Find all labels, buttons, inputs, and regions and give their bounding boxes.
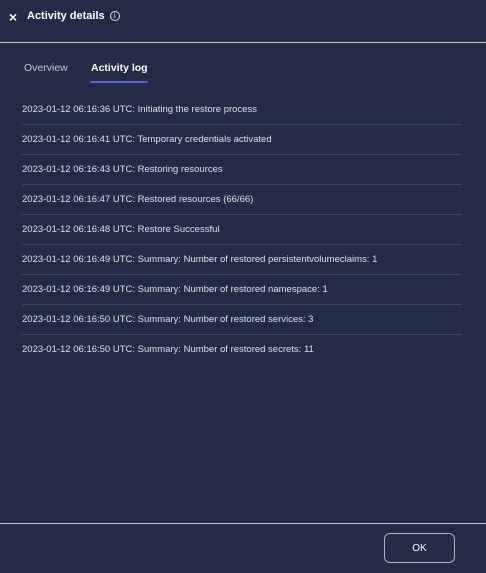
header-divider (0, 42, 486, 43)
dialog-header: × Activity details i (0, 0, 486, 36)
dialog-title-text: Activity details (27, 10, 105, 22)
close-icon[interactable]: × (7, 9, 19, 25)
footer-divider (0, 523, 486, 524)
tab-activity-log[interactable]: Activity log (91, 62, 148, 74)
log-entry: 2023-01-12 06:16:50 UTC: Summary: Number… (22, 344, 314, 355)
info-icon[interactable]: i (109, 11, 120, 21)
log-entry: 2023-01-12 06:16:41 UTC: Temporary crede… (22, 125, 462, 155)
log-entry: 2023-01-12 06:16:48 UTC: Restore Success… (22, 215, 462, 245)
log-entry: 2023-01-12 06:16:47 UTC: Restored resour… (22, 185, 462, 215)
log-entry: 2023-01-12 06:16:49 UTC: Summary: Number… (22, 275, 462, 305)
dialog-title: Activity details i (27, 10, 120, 22)
tab-overview[interactable]: Overview (24, 62, 68, 74)
activity-log-list: 2023-01-12 06:16:36 UTC: Initiating the … (22, 95, 462, 364)
log-entry: 2023-01-12 06:16:49 UTC: Summary: Number… (22, 245, 462, 275)
log-entry: 2023-01-12 06:16:36 UTC: Initiating the … (22, 95, 462, 125)
log-entry: 2023-01-12 06:16:50 UTC: Summary: Number… (22, 305, 462, 335)
log-entry: 2023-01-12 06:16:43 UTC: Restoring resou… (22, 155, 462, 185)
active-tab-indicator (90, 81, 148, 83)
ok-button[interactable]: OK (384, 533, 455, 563)
